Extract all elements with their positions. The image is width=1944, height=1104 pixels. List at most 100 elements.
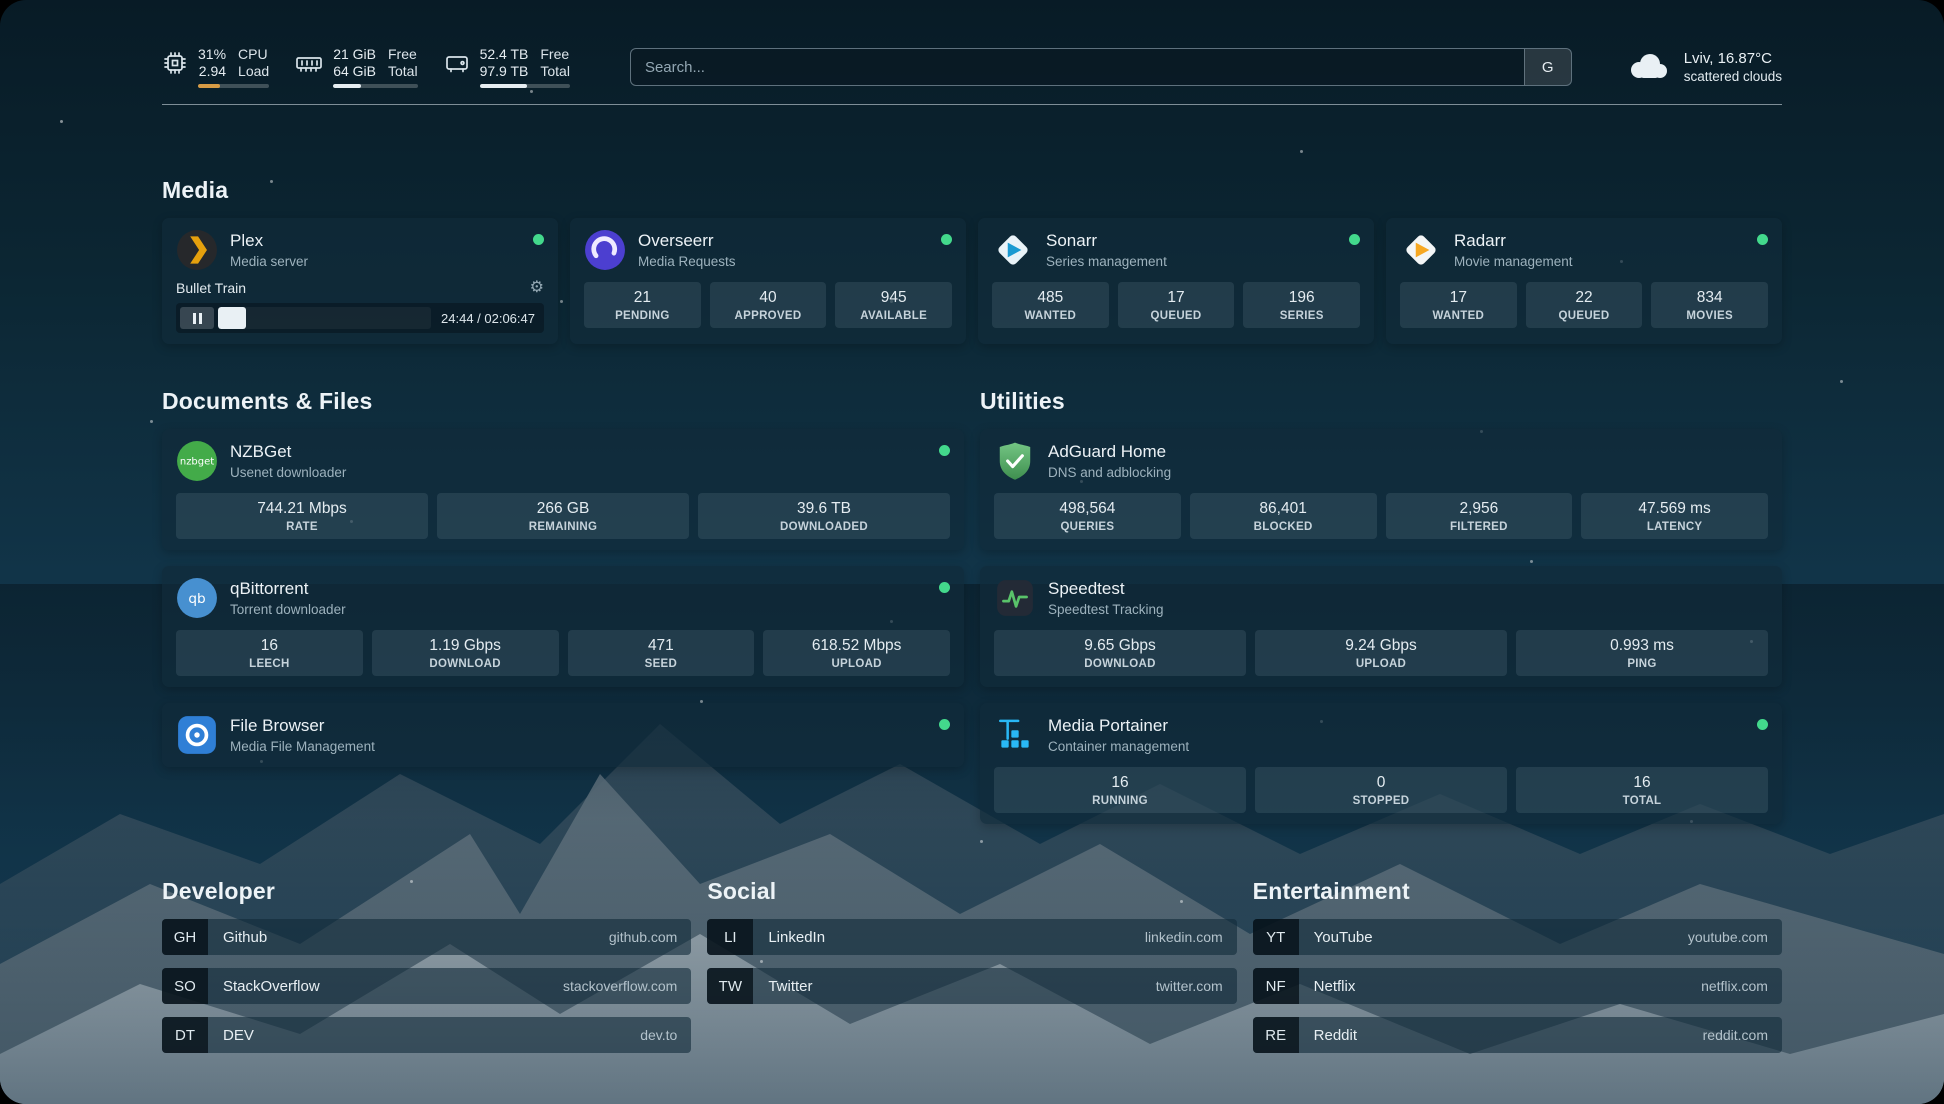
speedtest-icon: [994, 577, 1036, 619]
cpu-progress-fill: [198, 84, 220, 88]
status-dot: [533, 234, 544, 245]
bookmark-abbr: RE: [1253, 1017, 1299, 1053]
service-card-plex[interactable]: Plex Media server Bullet Train ⚙ 24:44 /…: [162, 218, 558, 344]
bookmark-name: Twitter: [753, 968, 812, 1004]
top-bar: 31% CPU 2.94 Load 21 GiB: [162, 46, 1782, 88]
cpu-load-value: 2.94: [198, 63, 226, 79]
bookmark-abbr: GH: [162, 919, 208, 955]
bookmark-reddit[interactable]: RE Reddit reddit.com: [1253, 1017, 1782, 1053]
stat-leech: 16 LEECH: [176, 630, 363, 676]
search-input[interactable]: [631, 59, 1524, 76]
section-heading-documents: Documents & Files: [162, 388, 964, 415]
memory-total-label: Total: [388, 63, 418, 79]
service-title: Radarr: [1454, 231, 1573, 251]
playback-progress-track[interactable]: [218, 307, 431, 329]
bookmark-abbr: LI: [707, 919, 753, 955]
pause-button[interactable]: [180, 307, 214, 329]
bookmark-twitter[interactable]: TW Twitter twitter.com: [707, 968, 1236, 1004]
media-grid: Plex Media server Bullet Train ⚙ 24:44 /…: [162, 218, 1782, 344]
bookmark-name: StackOverflow: [208, 968, 320, 1004]
bookmark-youtube[interactable]: YT YouTube youtube.com: [1253, 919, 1782, 955]
bookmark-linkedin[interactable]: LI LinkedIn linkedin.com: [707, 919, 1236, 955]
service-card-portainer[interactable]: Media Portainer Container management 16 …: [980, 703, 1782, 824]
bookmark-name: Netflix: [1299, 968, 1356, 1004]
bookmark-dev[interactable]: DT DEV dev.to: [162, 1017, 691, 1053]
memory-widget: 21 GiB Free 64 GiB Total: [295, 46, 417, 88]
radarr-icon: [1400, 229, 1442, 271]
bookmark-netflix[interactable]: NF Netflix netflix.com: [1253, 968, 1782, 1004]
memory-progress-track: [333, 84, 417, 88]
disk-free-value: 52.4 TB: [480, 46, 529, 62]
weather-condition: scattered clouds: [1684, 69, 1782, 84]
service-title: Speedtest: [1048, 579, 1164, 599]
disk-progress-track: [480, 84, 570, 88]
bookmark-name: Reddit: [1299, 1017, 1357, 1053]
bookmark-abbr: TW: [707, 968, 753, 1004]
bookmark-domain: github.com: [609, 919, 691, 955]
bookmark-abbr: DT: [162, 1017, 208, 1053]
sonarr-icon: [992, 229, 1034, 271]
service-card-speedtest[interactable]: Speedtest Speedtest Tracking 9.65 Gbps D…: [980, 566, 1782, 687]
status-dot: [1349, 234, 1360, 245]
portainer-icon: [994, 714, 1036, 756]
section-heading-developer: Developer: [162, 878, 691, 905]
service-card-sonarr[interactable]: Sonarr Series management 485 WANTED 17 Q…: [978, 218, 1374, 344]
bookmarks: Developer GH Github github.com SO StackO…: [162, 878, 1782, 1089]
memory-free-value: 21 GiB: [333, 46, 376, 62]
stat-available: 945 AVAILABLE: [835, 282, 952, 328]
now-playing-title: Bullet Train: [176, 280, 246, 296]
service-subtitle: Container management: [1048, 739, 1189, 754]
bookmark-name: LinkedIn: [753, 919, 825, 955]
stat-download: 9.65 Gbps DOWNLOAD: [994, 630, 1246, 676]
disk-widget: 52.4 TB Free 97.9 TB Total: [444, 46, 570, 88]
service-title: AdGuard Home: [1048, 442, 1171, 462]
bookmark-domain: reddit.com: [1703, 1017, 1782, 1053]
service-card-adguard[interactable]: AdGuard Home DNS and adblocking 498,564 …: [980, 429, 1782, 550]
search-bar: G: [630, 48, 1572, 86]
disk-progress-fill: [480, 84, 528, 88]
service-title: qBittorrent: [230, 579, 346, 599]
bookmark-name: Github: [208, 919, 267, 955]
dashboard: 31% CPU 2.94 Load 21 GiB: [0, 0, 1944, 1104]
cpu-label: CPU: [238, 46, 269, 62]
service-card-nzbget[interactable]: nzbget NZBGet Usenet downloader 744.21 M…: [162, 429, 964, 550]
service-title: Sonarr: [1046, 231, 1167, 251]
qbittorrent-icon: qb: [176, 577, 218, 619]
bookmark-github[interactable]: GH Github github.com: [162, 919, 691, 955]
service-card-radarr[interactable]: Radarr Movie management 17 WANTED 22 QUE…: [1386, 218, 1782, 344]
cpu-widget: 31% CPU 2.94 Load: [162, 46, 269, 88]
service-title: Plex: [230, 231, 308, 251]
service-card-overseerr[interactable]: Overseerr Media Requests 21 PENDING 40 A…: [570, 218, 966, 344]
stat-ping: 0.993 ms PING: [1516, 630, 1768, 676]
stat-queries: 498,564 QUERIES: [994, 493, 1181, 539]
bookmark-abbr: NF: [1253, 968, 1299, 1004]
stat-download: 1.19 Gbps DOWNLOAD: [372, 630, 559, 676]
bookmark-abbr: SO: [162, 968, 208, 1004]
stat-remaining: 266 GB REMAINING: [437, 493, 689, 539]
stat-approved: 40 APPROVED: [710, 282, 827, 328]
service-subtitle: Media Requests: [638, 254, 736, 269]
stat-seed: 471 SEED: [568, 630, 755, 676]
overseerr-icon: [584, 229, 626, 271]
stat-latency: 47.569 ms LATENCY: [1581, 493, 1768, 539]
svg-text:nzbget: nzbget: [180, 457, 214, 468]
service-title: File Browser: [230, 716, 375, 736]
service-subtitle: Speedtest Tracking: [1048, 602, 1164, 617]
stat-queued: 22 QUEUED: [1526, 282, 1643, 328]
stat-upload: 9.24 Gbps UPLOAD: [1255, 630, 1507, 676]
section-heading-entertainment: Entertainment: [1253, 878, 1782, 905]
bookmark-stackoverflow[interactable]: SO StackOverflow stackoverflow.com: [162, 968, 691, 1004]
stat-total: 16 TOTAL: [1516, 767, 1768, 813]
playback-progress-fill: [218, 307, 246, 329]
service-card-filebrowser[interactable]: File Browser Media File Management: [162, 703, 964, 767]
memory-free-label: Free: [388, 46, 418, 62]
bookmark-name: DEV: [208, 1017, 254, 1053]
service-card-qbittorrent[interactable]: qb qBittorrent Torrent downloader 16: [162, 566, 964, 687]
bookmark-domain: twitter.com: [1156, 968, 1237, 1004]
bookmark-domain: youtube.com: [1688, 919, 1782, 955]
search-provider-button[interactable]: G: [1524, 49, 1571, 85]
cpu-progress-track: [198, 84, 269, 88]
svg-text:qb: qb: [188, 591, 205, 607]
gear-icon[interactable]: ⚙: [530, 280, 544, 296]
stat-filtered: 2,956 FILTERED: [1386, 493, 1573, 539]
